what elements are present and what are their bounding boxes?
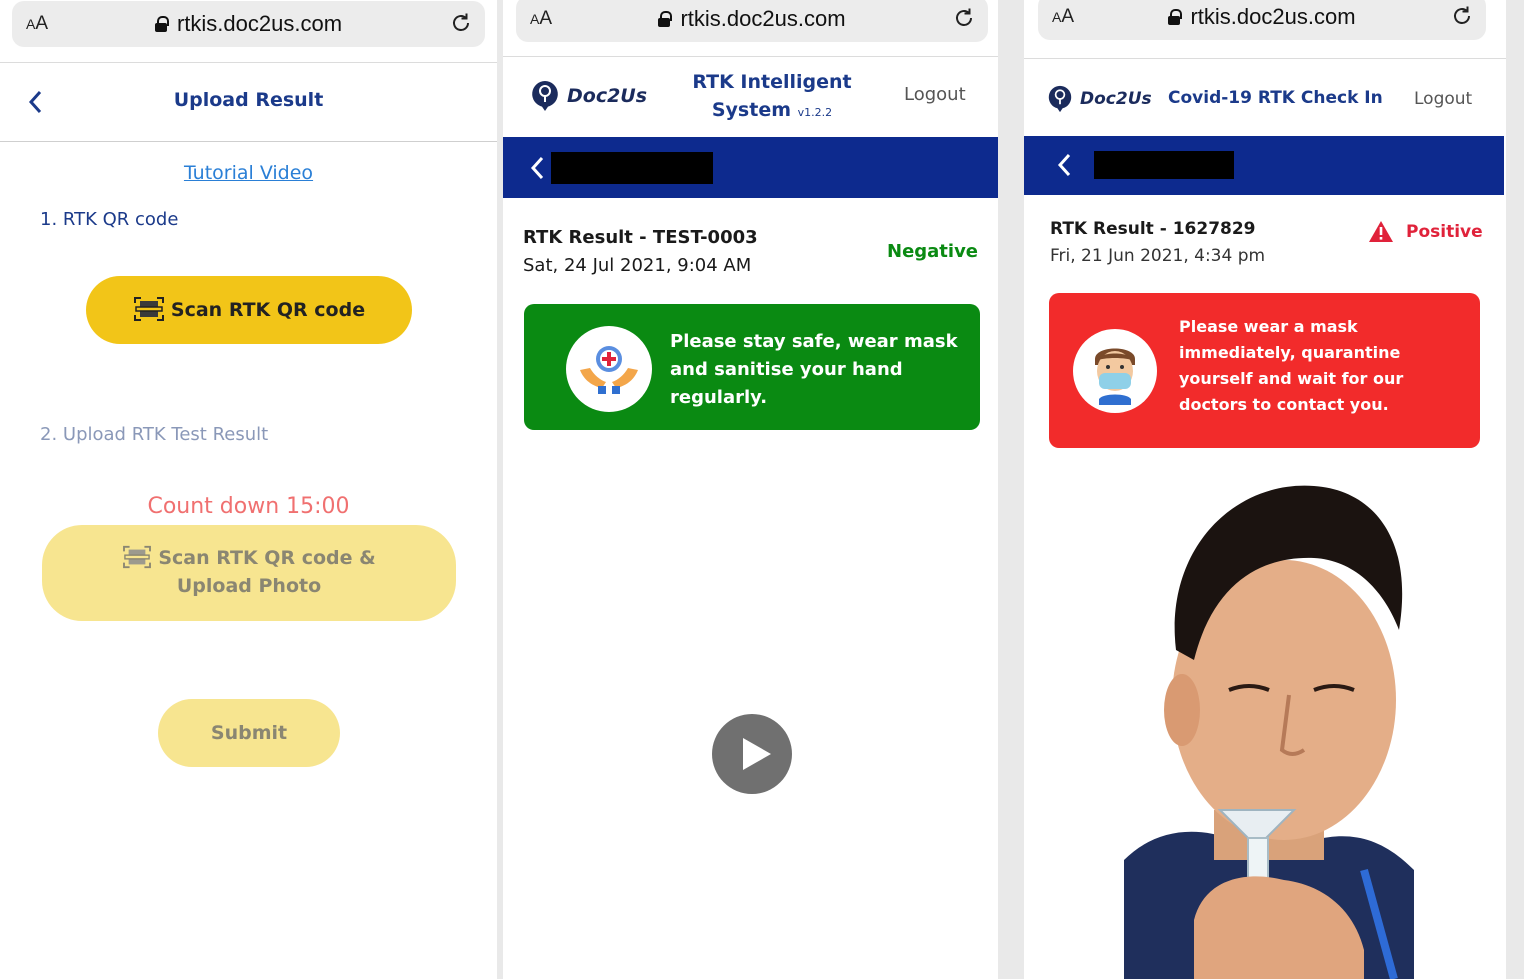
logo-text: Doc2Us [1080, 89, 1152, 109]
app-title: RTK Intelligent System v1.2.2 [692, 71, 852, 121]
advice-card: Please stay safe, wear mask and sanitise… [524, 304, 980, 430]
play-video-button[interactable] [712, 714, 792, 794]
address-bar[interactable]: AA rtkis.doc2us.com [12, 1, 485, 47]
masked-person-icon [1073, 329, 1157, 413]
redacted-name [1094, 151, 1234, 179]
result-title: RTK Result - 1627829 [1050, 219, 1256, 239]
lock-icon [658, 11, 673, 27]
back-chevron-icon[interactable] [529, 155, 545, 181]
app-title: Covid-19 RTK Check In [1168, 88, 1383, 108]
result-date: Sat, 24 Jul 2021, 9:04 AM [523, 255, 752, 276]
page-title: Upload Result [173, 89, 324, 111]
upload-result-screen: AA rtkis.doc2us.com Upload Result Tutori… [0, 0, 497, 979]
nav-bar [1024, 136, 1504, 195]
negative-result-screen: AA rtkis.doc2us.com Doc2Us RTK Intellige… [503, 0, 998, 979]
advice-message: Please stay safe, wear mask and sanitise… [670, 331, 958, 408]
reload-icon[interactable] [952, 6, 976, 30]
hands-care-icon [566, 326, 652, 412]
result-date: Fri, 21 Jun 2021, 4:34 pm [1050, 246, 1266, 266]
logout-link[interactable]: Logout [1414, 89, 1472, 109]
scan-upload-label-line2: Upload Photo [176, 575, 322, 597]
doc2us-logo: Doc2Us [529, 79, 647, 113]
nav-bar [503, 137, 998, 198]
scan-qr-button[interactable]: Scan RTK QR code [86, 276, 412, 344]
url-text: rtkis.doc2us.com [680, 6, 846, 31]
countdown-timer: Count down 15:00 [147, 494, 350, 519]
qr-scan-icon [123, 545, 152, 568]
url-text: rtkis.doc2us.com [1190, 4, 1356, 29]
warning-icon [1369, 221, 1393, 242]
scan-upload-label-line1: Scan RTK QR code & [158, 547, 376, 569]
qr-scan-icon [133, 296, 164, 321]
scan-upload-button[interactable]: Scan RTK QR code & Upload Photo [42, 525, 456, 621]
header-divider [1024, 58, 1506, 59]
submit-button[interactable]: Submit [158, 699, 340, 767]
advice-card: Please wear a mask immediately, quaranti… [1049, 293, 1480, 448]
positive-result-screen: AA rtkis.doc2us.com Doc2Us Covid-19 RTK … [1024, 0, 1506, 979]
lock-icon [154, 16, 169, 32]
step-1-label: 1. RTK QR code [40, 209, 179, 230]
doc2us-logo: Doc2Us [1046, 84, 1152, 114]
back-chevron-icon[interactable] [1056, 152, 1072, 178]
logout-link[interactable]: Logout [904, 84, 966, 105]
scan-qr-label: Scan RTK QR code [170, 299, 366, 321]
tutorial-video-link[interactable]: Tutorial Video [0, 162, 497, 184]
step-2-label: 2. Upload RTK Test Result [40, 424, 269, 445]
page-header: Upload Result [0, 62, 497, 142]
version-label: v1.2.2 [797, 106, 833, 119]
header-divider [503, 56, 998, 57]
redacted-name [551, 152, 713, 184]
logo-text: Doc2Us [567, 85, 648, 107]
result-title: RTK Result - TEST-0003 [523, 227, 758, 248]
doc2us-logo-icon [532, 81, 558, 111]
reload-icon[interactable] [449, 11, 473, 35]
url-text: rtkis.doc2us.com [176, 11, 343, 36]
status-badge: Negative [887, 241, 979, 262]
advice-message: Please wear a mask immediately, quaranti… [1179, 317, 1404, 414]
status-badge: Positive [1368, 220, 1483, 243]
address-bar[interactable]: AA rtkis.doc2us.com [1038, 0, 1486, 40]
reload-icon[interactable] [1450, 4, 1474, 28]
panel-edge [1506, 0, 1524, 979]
video-preview-image[interactable] [1124, 480, 1414, 979]
address-bar[interactable]: AA rtkis.doc2us.com [516, 0, 988, 42]
panel-divider [998, 0, 1024, 979]
lock-icon [1168, 9, 1183, 25]
doc2us-logo-icon [1048, 85, 1072, 113]
